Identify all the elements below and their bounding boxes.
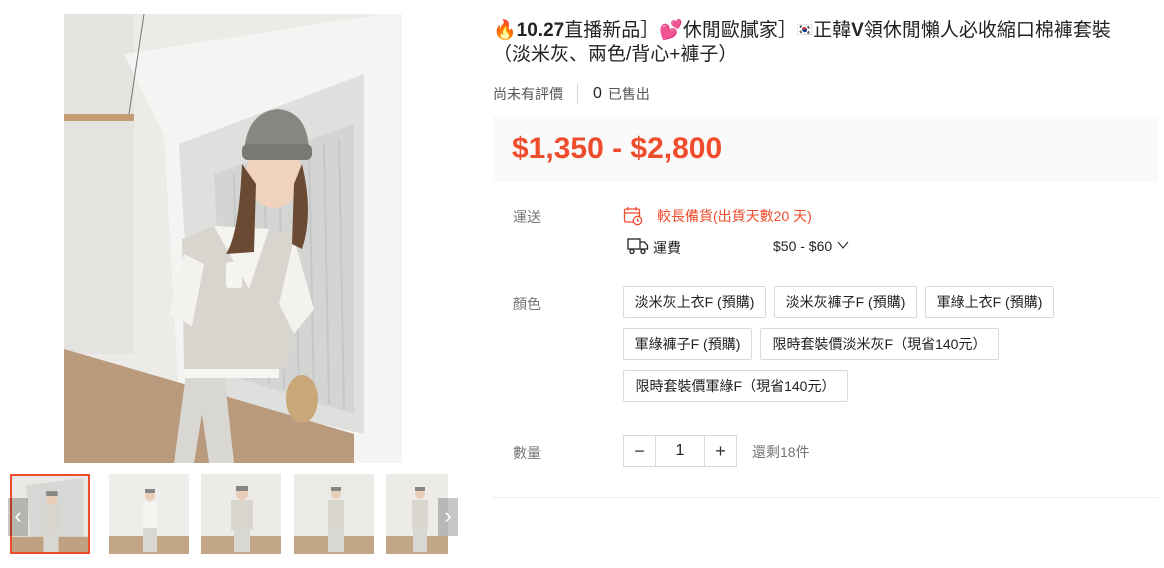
quantity-label: 數量 [513, 445, 541, 461]
heart-emoji: 💕 [659, 20, 683, 41]
quantity-stepper: − + [623, 435, 737, 467]
increase-button[interactable]: + [705, 436, 736, 466]
shipping-notice-text: 較長備貨(出貨天數20 天) [657, 208, 812, 224]
product-title: 🔥10.27直播新品］💕休閒歐膩家］🇰🇷正韓V領休閒懶人必收縮口棉褲套裝 （淡米灰… [493, 18, 1143, 67]
chevron-down-icon[interactable] [836, 239, 850, 251]
option-button[interactable]: 限時套裝價淡米灰F（現省140元） [760, 328, 999, 360]
korea-flag-emoji: 🇰🇷 [796, 22, 814, 37]
option-button[interactable]: 軍綠褲子F (預購) [623, 328, 752, 360]
thumbnail-2[interactable] [109, 474, 189, 554]
color-label: 顏色 [513, 296, 541, 312]
option-button[interactable]: 限時套裝價軍綠F（現省140元） [623, 370, 848, 402]
decrease-button[interactable]: − [624, 436, 655, 466]
sold-count: 0 [593, 85, 602, 102]
shipping-notice: 較長備貨(出貨天數20 天) [623, 206, 812, 226]
price-range: $1,350 - $2,800 [512, 132, 723, 165]
title-part: 10.27 [516, 20, 565, 41]
thumbnail-strip: ‹ › [8, 474, 460, 558]
title-part: 直播新品］ [564, 20, 660, 41]
calendar-clock-icon [623, 207, 643, 226]
chevron-right-icon[interactable]: › [438, 498, 458, 536]
thumbnail-4[interactable] [294, 474, 374, 554]
sold-label: 已售出 [607, 86, 650, 102]
title-part: 正韓 [813, 20, 852, 41]
quantity-input[interactable] [655, 436, 705, 466]
title-line-2: （淡米灰、兩色/背心+褲子） [493, 44, 738, 65]
chevron-left-icon[interactable]: ‹ [8, 498, 28, 536]
truck-icon [627, 238, 649, 255]
shipping-fee-label: 運費 [653, 240, 681, 256]
shipping-fee-value: $50 - $60 [773, 238, 833, 254]
divider [493, 497, 1158, 498]
shipping-fee[interactable]: 運費 $50 - $60 [627, 236, 887, 258]
stock-remaining: 還剩18件 [752, 444, 810, 460]
price-box: $1,350 - $2,800 [493, 116, 1158, 182]
shipping-label: 運送 [513, 209, 541, 225]
option-button[interactable]: 淡米灰褲子F (預購) [774, 286, 917, 318]
title-part: V [851, 20, 864, 41]
product-meta: 尚未有評價 0 已售出 [493, 83, 650, 105]
title-part: 休閒歐膩家］ [682, 20, 797, 41]
divider [577, 84, 578, 104]
title-part: 領休閒懶人必收縮口棉褲套裝 [863, 20, 1111, 41]
main-product-image[interactable] [64, 14, 402, 463]
option-button[interactable]: 淡米灰上衣F (預購) [623, 286, 766, 318]
fire-emoji: 🔥 [493, 20, 517, 41]
rating-text[interactable]: 尚未有評價 [493, 84, 563, 104]
option-button[interactable]: 軍綠上衣F (預購) [925, 286, 1054, 318]
thumbnail-3[interactable] [201, 474, 281, 554]
